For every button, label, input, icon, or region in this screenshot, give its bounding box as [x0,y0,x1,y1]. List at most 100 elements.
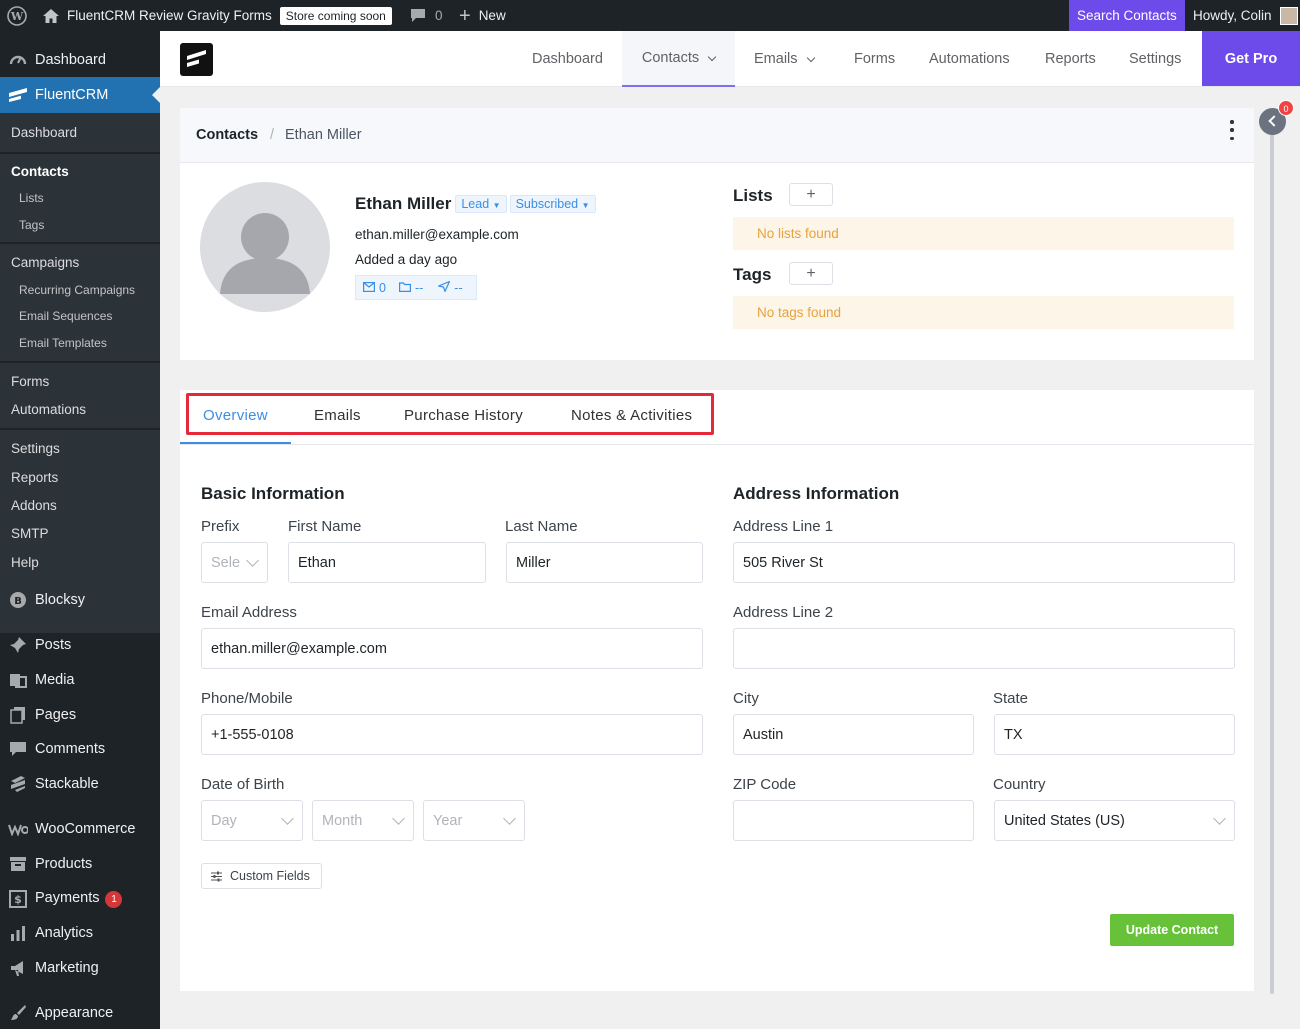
sidebar-item-media[interactable]: Media [0,666,160,694]
plus-icon: + [806,185,816,203]
submenu-email-templates[interactable]: Email Templates [19,336,107,350]
help-notification-badge: 0 [1278,100,1294,116]
add-tag-button[interactable]: + [789,262,833,285]
svg-text:$: $ [14,893,22,906]
sidebar-item-comments[interactable]: Comments [0,735,160,763]
sliders-icon [211,871,222,885]
city-input[interactable]: Austin [733,714,974,755]
address-line1-input[interactable]: 505 River St [733,542,1235,583]
submenu-campaigns[interactable]: Campaigns [11,255,79,270]
sidebar-item-payments[interactable]: $ Payments 1 [0,885,160,913]
chevron-down-icon [707,52,717,61]
search-contacts-button[interactable]: Search Contacts [1069,0,1185,31]
custom-fields-button[interactable]: Custom Fields [201,863,322,889]
last-name-label: Last Name [505,518,578,535]
country-select[interactable]: United States (US) [994,800,1235,841]
chevron-down-icon [392,812,405,825]
update-contact-button[interactable]: Update Contact [1110,914,1234,946]
fluentcrm-logo[interactable] [180,43,213,76]
new-content-link[interactable]: + New [459,0,506,31]
account-menu[interactable]: Howdy, Colin [1193,0,1298,31]
submenu-tags[interactable]: Tags [19,218,44,232]
payments-count-badge: 1 [105,891,123,908]
comments-link[interactable]: 0 [410,0,443,31]
sidebar-item-pages[interactable]: Pages [0,701,160,729]
sidebar-item-dashboard[interactable]: Dashboard [0,46,160,74]
zip-code-label: ZIP Code [733,776,797,793]
dob-year-select[interactable]: Year [423,800,525,841]
submenu-recurring-campaigns[interactable]: Recurring Campaigns [19,283,135,297]
more-options-icon[interactable] [1228,120,1236,140]
basic-information-title: Basic Information [201,484,345,503]
submenu-forms[interactable]: Forms [11,374,49,389]
sidebar-item-fluentcrm[interactable]: FluentCRM [0,77,160,113]
wordpress-logo-icon[interactable]: W [7,0,27,31]
address-line2-input[interactable] [733,628,1235,669]
breadcrumb-contacts-link[interactable]: Contacts [196,127,258,143]
submenu-divider [0,428,160,430]
nav-forms[interactable]: Forms [854,31,895,87]
submenu-divider [0,242,160,244]
sidebar-item-stackable[interactable]: Stackable [0,770,160,798]
submenu-settings[interactable]: Settings [11,441,60,456]
products-icon [8,854,28,874]
submenu-contacts[interactable]: Contacts [11,164,69,179]
home-icon [43,8,59,23]
nav-settings[interactable]: Settings [1129,31,1181,87]
chevron-down-icon [1213,812,1226,825]
site-home-link[interactable]: FluentCRM Review Gravity Forms Store com… [42,0,392,31]
sidebar-item-appearance[interactable]: Appearance [0,999,160,1027]
nav-dashboard[interactable]: Dashboard [532,31,603,87]
vertical-scrollbar[interactable] [1270,118,1274,994]
submenu-divider [0,361,160,363]
chevron-down-icon [503,812,516,825]
add-list-button[interactable]: + [789,183,833,206]
email-count: 0 [379,280,386,295]
nav-emails[interactable]: Emails [754,31,815,87]
first-name-input[interactable]: Ethan [288,542,486,583]
svg-text:W: W [10,10,24,23]
dob-day-select[interactable]: Day [201,800,303,841]
pages-icon [8,705,28,725]
get-pro-button[interactable]: Get Pro [1202,31,1300,86]
nav-contacts[interactable]: Contacts [622,31,735,87]
address-information-title: Address Information [733,484,900,503]
submenu-email-sequences[interactable]: Email Sequences [19,309,112,323]
phone-input[interactable]: +1-555-0108 [201,714,703,755]
contact-profile-card: Contacts / Ethan Miller Ethan Miller Lea… [180,108,1254,360]
submenu-automations[interactable]: Automations [11,402,86,417]
submenu-lists[interactable]: Lists [19,191,44,205]
submenu-smtp[interactable]: SMTP [11,526,49,541]
nav-automations[interactable]: Automations [929,31,1010,87]
active-arrow [152,87,160,103]
zip-code-input[interactable] [733,800,974,841]
nav-reports[interactable]: Reports [1045,31,1096,87]
sidebar-item-analytics[interactable]: Analytics [0,919,160,947]
state-input[interactable]: TX [994,714,1235,755]
submenu-dashboard[interactable]: Dashboard [11,125,77,140]
breadcrumb: Contacts / Ethan Miller [180,108,1254,163]
fluentcrm-submenu: Dashboard Contacts Lists Tags Campaigns … [0,113,160,633]
breadcrumb-current: Ethan Miller [285,127,362,143]
last-name-input[interactable]: Miller [506,542,703,583]
sidebar-item-products[interactable]: Products [0,850,160,878]
prefix-select[interactable]: Sele [201,542,268,583]
email-address-input[interactable]: ethan.miller@example.com [201,628,703,669]
woocommerce-icon [8,819,28,839]
no-lists-message: No lists found [733,217,1234,250]
dob-month-select[interactable]: Month [312,800,414,841]
contact-type-dropdown[interactable]: Lead ▼ [455,195,507,213]
contact-status-dropdown[interactable]: Subscribed ▼ [509,195,596,213]
submenu-addons[interactable]: Addons [11,498,57,513]
sidebar-item-marketing[interactable]: Marketing [0,954,160,982]
caret-down-icon: ▼ [492,201,501,210]
submenu-reports[interactable]: Reports [11,470,58,485]
megaphone-icon [8,958,28,978]
sidebar-item-blocksy[interactable]: B Blocksy [0,586,160,614]
submenu-help[interactable]: Help [11,555,39,570]
city-label: City [733,690,759,707]
sidebar-item-posts[interactable]: Posts [0,631,160,659]
user-avatar [1279,6,1298,25]
chevron-down-icon [281,812,294,825]
sidebar-item-woocommerce[interactable]: WooCommerce [0,815,160,843]
